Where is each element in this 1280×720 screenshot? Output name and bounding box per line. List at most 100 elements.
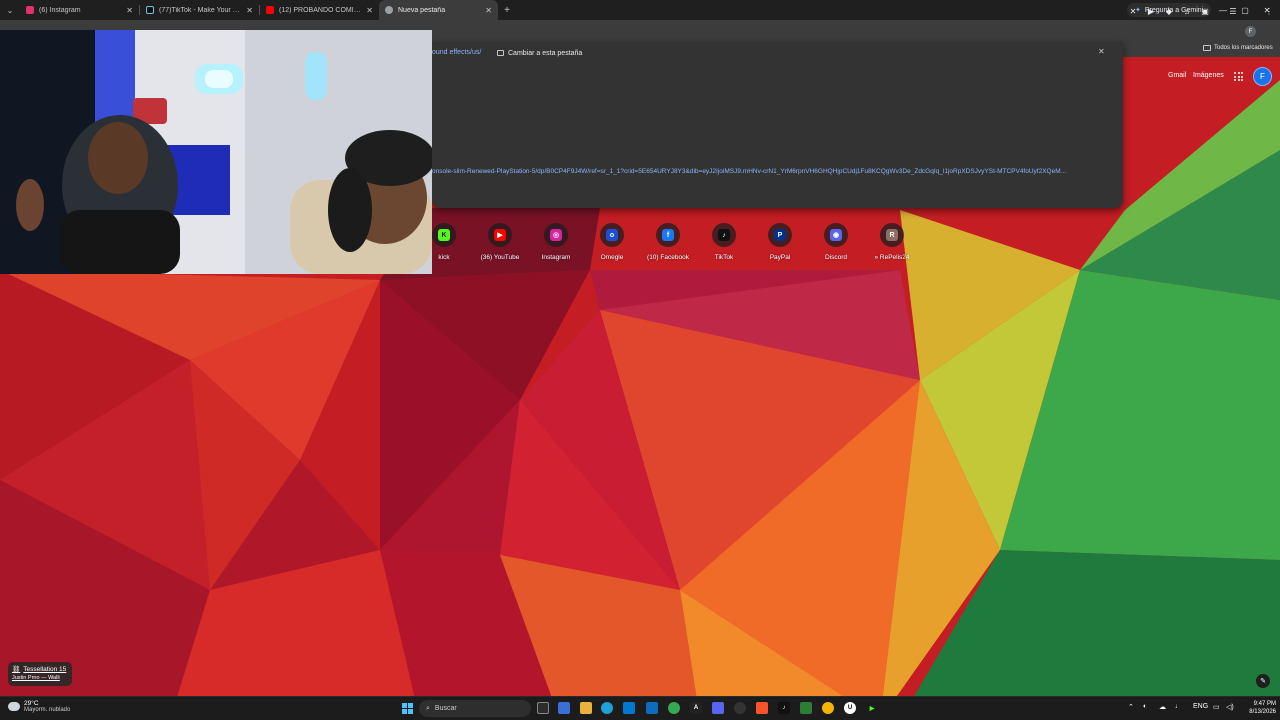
search-icon: ⌕: [426, 704, 430, 712]
shortcut-label: (10) Facebook: [647, 254, 689, 261]
shortcut-tile[interactable]: ♪ TikTok: [696, 223, 752, 261]
tab-title: (12) PROBANDO COMIDA TÍPICA: [279, 6, 362, 14]
shortcut-tile[interactable]: o Omegle: [584, 223, 640, 261]
close-tab-icon[interactable]: ✕: [246, 6, 253, 15]
tab-tiktok[interactable]: (77)TikTok - Make Your Day ✕: [140, 0, 259, 20]
clock-date: 8/13/2026: [1249, 709, 1276, 715]
app-icon[interactable]: A: [690, 702, 702, 714]
instagram-icon: [26, 6, 34, 14]
shortcut-label: kick: [438, 254, 450, 261]
shortcut-label: Discord: [824, 254, 848, 261]
widgets-icon[interactable]: [558, 702, 570, 714]
shortcut-tile[interactable]: f (10) Facebook: [640, 223, 696, 261]
brave-icon[interactable]: [756, 702, 768, 714]
folder-icon: [1203, 45, 1211, 51]
shortcut-tile[interactable]: ◉ Discord: [808, 223, 864, 261]
shortcut-tile[interactable]: ◎ Instagram: [528, 223, 584, 261]
all-bookmarks-label: Todos los marcadores: [1214, 45, 1273, 51]
google-account-avatar[interactable]: F: [1253, 67, 1272, 86]
shortcut-label: TikTok: [714, 254, 734, 261]
wallpaper-credit-chip[interactable]: ⛓ Tessellation 15 Justin Prno — Walli: [8, 662, 72, 686]
suggestion-url[interactable]: ound effects/us/: [432, 49, 481, 56]
sidebar-icon[interactable]: ☰: [1227, 5, 1239, 17]
shortcut-icon-circle: o: [600, 223, 624, 247]
extension-icon[interactable]: ▶: [1145, 5, 1157, 17]
system-clock[interactable]: 9:47 PM 8/13/2026: [1240, 700, 1276, 716]
file-explorer-icon[interactable]: [580, 702, 592, 714]
youtube-icon: [266, 6, 274, 14]
remove-suggestion-icon[interactable]: ✕: [1098, 47, 1105, 56]
shortcut-logo-icon: R: [886, 229, 898, 241]
onedrive-icon[interactable]: ☁: [1159, 703, 1166, 711]
clear-omnibox-icon[interactable]: ✕: [1127, 5, 1139, 17]
shortcut-label: PayPal: [769, 254, 791, 261]
tray-app-icon[interactable]: ◐: [1143, 703, 1147, 710]
windows-taskbar: 29°C Mayorm. nublado ⌕ Buscar A ♪ U ▶ ⌃ …: [0, 696, 1280, 720]
tab-new-tab[interactable]: Nueva pestaña ✕: [379, 0, 498, 20]
tray-overflow-icon[interactable]: ⌃: [1128, 703, 1134, 711]
volume-icon[interactable]: ◁): [1226, 703, 1234, 711]
shortcut-tile[interactable]: P PayPal: [752, 223, 808, 261]
microphone-icon[interactable]: ♩: [1175, 703, 1182, 710]
wallpaper-author[interactable]: Justin Prno — Walli: [12, 675, 68, 681]
images-link[interactable]: Imágenes: [1193, 72, 1224, 79]
tiktok-icon[interactable]: ♪: [778, 702, 790, 714]
shortcut-icon-circle: P: [768, 223, 792, 247]
edge-icon[interactable]: [601, 702, 613, 714]
shortcut-icon-circle: ◎: [544, 223, 568, 247]
google-apps-icon[interactable]: [1234, 72, 1243, 81]
unreal-icon[interactable]: U: [844, 702, 856, 714]
shortcut-logo-icon: f: [662, 229, 674, 241]
extension-icon[interactable]: ◆: [1163, 5, 1175, 17]
tab-search-button[interactable]: ⌄: [0, 0, 20, 20]
close-tab-icon[interactable]: ✕: [126, 6, 133, 15]
weather-widget[interactable]: 29°C Mayorm. nublado: [8, 700, 70, 713]
network-icon[interactable]: ▭: [1213, 703, 1220, 711]
tab-instagram[interactable]: (6) Instagram ✕: [20, 0, 139, 20]
menu-kebab-icon[interactable]: ⋮: [1263, 5, 1275, 17]
webcam-overlay: [0, 30, 432, 274]
gmail-link[interactable]: Gmail: [1168, 72, 1186, 79]
suggestion-url[interactable]: onsole-slim-Renewed-PlayStation-5/dp/B0C…: [432, 168, 1104, 175]
shortcut-tile[interactable]: ▶ (36) YouTube: [472, 223, 528, 261]
tab-title: (6) Instagram: [39, 6, 81, 14]
shortcut-logo-icon: P: [774, 229, 786, 241]
extension-icon[interactable]: ♫: [1181, 5, 1193, 17]
windows-start-icon[interactable]: [402, 703, 413, 714]
tab-icon: [497, 50, 504, 56]
switch-to-tab-button[interactable]: Cambiar a esta pestaña: [494, 47, 585, 59]
all-bookmarks-button[interactable]: Todos los marcadores: [1203, 45, 1273, 51]
app-icon[interactable]: [822, 702, 834, 714]
wallpaper-credit-title-row[interactable]: ⛓ Tessellation 15: [12, 665, 68, 674]
shortcut-tile[interactable]: R » RePelis24: [864, 223, 920, 261]
search-placeholder: Buscar: [434, 705, 457, 712]
customize-pencil-icon[interactable]: ✎: [1256, 674, 1270, 688]
close-tab-icon[interactable]: ✕: [485, 6, 492, 15]
profile-avatar[interactable]: F: [1245, 26, 1256, 37]
shortcut-label: Instagram: [541, 254, 571, 261]
shortcut-logo-icon: ♪: [718, 229, 730, 241]
shortcut-logo-icon: ◉: [830, 229, 842, 241]
shortcut-icon-circle: K: [432, 223, 456, 247]
discord-icon[interactable]: [712, 702, 724, 714]
chrome-icon[interactable]: [668, 702, 680, 714]
tab-title: Nueva pestaña: [398, 6, 446, 14]
weather-description: Mayorm. nublado: [24, 707, 71, 713]
play-icon[interactable]: ▶: [866, 702, 878, 714]
shortcut-logo-icon: ▶: [494, 229, 506, 241]
task-view-icon[interactable]: [537, 702, 549, 714]
shortcut-icon-circle: ▶: [488, 223, 512, 247]
taskbar-search-box[interactable]: ⌕ Buscar: [419, 700, 531, 717]
close-tab-icon[interactable]: ✕: [366, 6, 373, 15]
extensions-puzzle-icon[interactable]: ▣: [1199, 5, 1211, 17]
new-tab-button[interactable]: +: [498, 5, 516, 16]
app-icon[interactable]: [734, 702, 746, 714]
language-indicator[interactable]: ENG: [1193, 703, 1208, 710]
app-icon[interactable]: [800, 702, 812, 714]
mail-icon[interactable]: [646, 702, 658, 714]
tiktok-icon: [146, 6, 154, 14]
microsoft-store-icon[interactable]: [623, 702, 635, 714]
cloud-icon: [8, 702, 20, 711]
weather-temperature: 29°C: [24, 700, 39, 707]
tab-youtube[interactable]: (12) PROBANDO COMIDA TÍPICA ✕: [260, 0, 379, 20]
